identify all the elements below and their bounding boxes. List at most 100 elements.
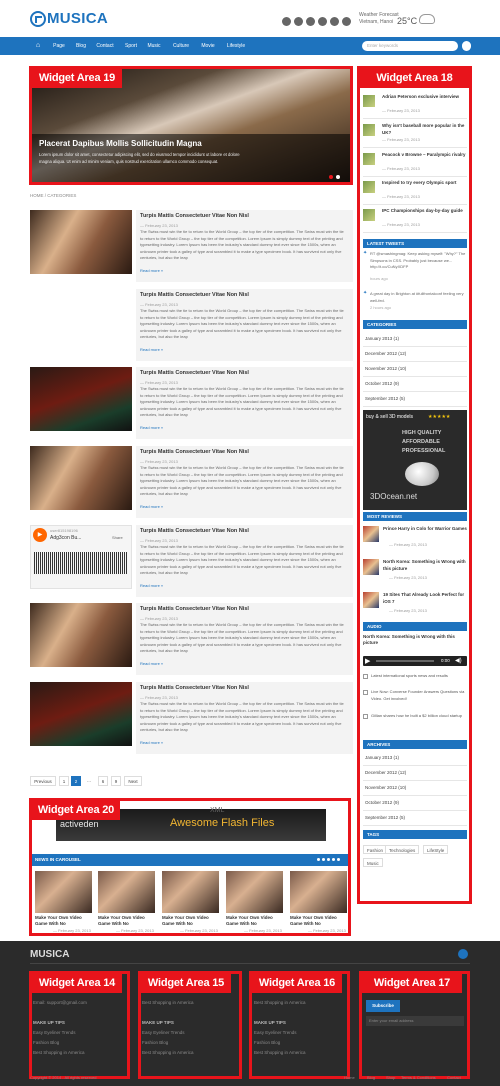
footer-bottom-link[interactable]: Home [344,1075,355,1080]
sidebar-post-title[interactable]: Adrian Peterson exclusive interview [382,94,468,101]
archive-item[interactable]: November 2012 (10) [365,785,406,790]
sidebar-post-title[interactable]: IPC Championships day-by-day guide [382,208,468,215]
review-thumbnail[interactable] [363,526,379,542]
carousel-image[interactable] [98,871,155,913]
search-input[interactable]: Enter keywords [362,41,458,51]
footer-bottom-link[interactable]: Shop [386,1075,395,1080]
carousel-dot[interactable] [317,858,320,861]
archive-item[interactable]: January 2013 (1) [365,755,399,760]
subscribe-email-input[interactable]: Enter your email address [366,1016,464,1026]
share-button[interactable]: Share [112,535,123,540]
google-plus-icon[interactable] [282,17,291,26]
post-title[interactable]: Turpis Mattis Consectetuer Vitae Non Nis… [140,292,249,298]
play-icon[interactable]: ▶ [33,528,47,542]
review-title[interactable]: North Korea: Something is Wrong with thi… [383,559,468,572]
footer-bottom-link[interactable]: Blog [367,1075,375,1080]
footer-link[interactable]: Best Shopping in America [254,1000,306,1005]
review-thumbnail[interactable] [363,559,379,575]
carousel-image[interactable] [162,871,219,913]
pagination-next[interactable]: Next [124,776,142,786]
twitter-icon[interactable] [318,17,327,26]
post-thumbnail[interactable] [363,209,375,221]
tag-item[interactable]: Technologies [385,845,420,854]
facebook-icon[interactable] [294,17,303,26]
carousel-dot[interactable] [327,858,330,861]
archive-item[interactable]: October 2012 (9) [365,381,399,386]
footer-link[interactable]: Best Shopping in America [33,1050,85,1055]
nav-item-lifestyle[interactable]: Lifestyle [222,37,250,55]
nav-item-movie[interactable]: Movie [196,37,220,55]
archive-item[interactable]: September 2012 (5) [365,815,405,820]
sidebar-post-title[interactable]: Peacock v Browne – Paralympic rivalry [382,152,468,159]
footer-link[interactable]: Best Shopping in America [142,1050,194,1055]
nav-item-contact[interactable]: Contact [93,37,117,55]
pagination-page[interactable]: 9 [111,776,121,786]
slider-dot[interactable] [336,175,340,179]
home-icon[interactable]: ⌂ [30,37,46,55]
rss-icon[interactable] [330,17,339,26]
checkbox[interactable] [363,690,368,695]
footer-logo[interactable]: MUSICA [30,949,69,960]
post-title[interactable]: Turpis Mattis Consectetuer Vitae Non Nis… [140,685,249,691]
carousel-caption[interactable]: Make Your Own Video Game With No [226,915,286,927]
post-thumbnail[interactable] [30,682,132,746]
read-more-link[interactable]: Read more » [140,583,163,588]
archive-item[interactable]: January 2013 (1) [365,336,399,341]
nav-item-sport[interactable]: Sport [120,37,142,55]
slider-title[interactable]: Placerat Dapibus Mollis Sollicitudin Mag… [39,139,202,148]
pagination-previous[interactable]: Previous [30,776,56,786]
read-more-link[interactable]: Read more » [140,425,163,430]
footer-bottom-link[interactable]: Terms & Conditions [401,1075,436,1080]
footer-link[interactable]: Best Shopping in America [254,1050,306,1055]
post-title[interactable]: Turpis Mattis Consectetuer Vitae Non Nis… [140,449,249,455]
carousel-caption[interactable]: Make Your Own Video Game With No [35,915,95,927]
footer-link[interactable]: Easy Eyeliner Trends [254,1030,297,1035]
post-title[interactable]: Turpis Mattis Consectetuer Vitae Non Nis… [140,528,249,534]
pinterest-icon[interactable] [306,17,315,26]
carousel-caption[interactable]: Make Your Own Video Game With No [98,915,158,927]
tag-item[interactable]: Music [363,858,383,867]
carousel-dot[interactable] [332,858,335,861]
carousel-dot[interactable] [322,858,325,861]
footer-link[interactable]: Best Shopping in America [142,1000,194,1005]
review-thumbnail[interactable] [363,592,379,608]
carousel-image[interactable] [226,871,283,913]
post-thumbnail[interactable] [30,210,132,274]
review-title[interactable]: 19 Sites That Already Look Perfect for i… [383,592,468,605]
archive-item[interactable]: October 2012 (9) [365,800,399,805]
archive-item[interactable]: December 2012 (12) [365,770,406,775]
review-title[interactable]: Prince Harry in Colo for Warrior Games [383,526,468,533]
checkbox[interactable] [363,714,368,719]
audio-title[interactable]: North Korea: Something is Wrong with thi… [363,634,467,646]
linkedin-icon[interactable] [342,17,351,26]
pagination-page[interactable]: 1 [59,776,69,786]
carousel-image[interactable] [35,871,92,913]
carousel-dot[interactable] [337,858,340,861]
play-icon[interactable]: ▶ [365,657,370,665]
read-more-link[interactable]: Read more » [140,740,163,745]
post-thumbnail[interactable] [30,367,132,431]
post-title[interactable]: Turpis Mattis Consectetuer Vitae Non Nis… [140,606,249,612]
post-thumbnail[interactable] [363,153,375,165]
footer-link[interactable]: Fashion Blog [142,1040,168,1045]
scroll-top-icon[interactable] [458,949,468,959]
read-more-link[interactable]: Read more » [140,504,163,509]
footer-email[interactable]: Email: support@gmail.com [33,1000,87,1005]
archive-item[interactable]: September 2012 (5) [365,396,405,401]
nav-item-music[interactable]: Music [143,37,165,55]
read-more-link[interactable]: Read more » [140,347,163,352]
nav-item-page[interactable]: Page [48,37,70,55]
tag-item[interactable]: LifeStyle [423,845,449,854]
search-icon[interactable] [462,41,471,51]
sidebar-post-title[interactable]: Why isn't baseball more popular in the U… [382,123,468,136]
carousel-caption[interactable]: Make Your Own Video Game With No [290,915,350,927]
subscribe-button[interactable]: Subscribe [366,1000,400,1012]
read-more-link[interactable]: Read more » [140,661,163,666]
footer-link[interactable]: Fashion Blog [254,1040,280,1045]
post-title[interactable]: Turpis Mattis Consectetuer Vitae Non Nis… [140,370,249,376]
pagination-current[interactable]: 2 [71,776,81,786]
site-logo[interactable]: MUSICA [30,10,108,28]
sidebar-post-title[interactable]: Inspired to try every Olympic sport [382,180,468,187]
post-thumbnail[interactable] [363,181,375,193]
volume-icon[interactable]: ◀) [455,657,462,664]
